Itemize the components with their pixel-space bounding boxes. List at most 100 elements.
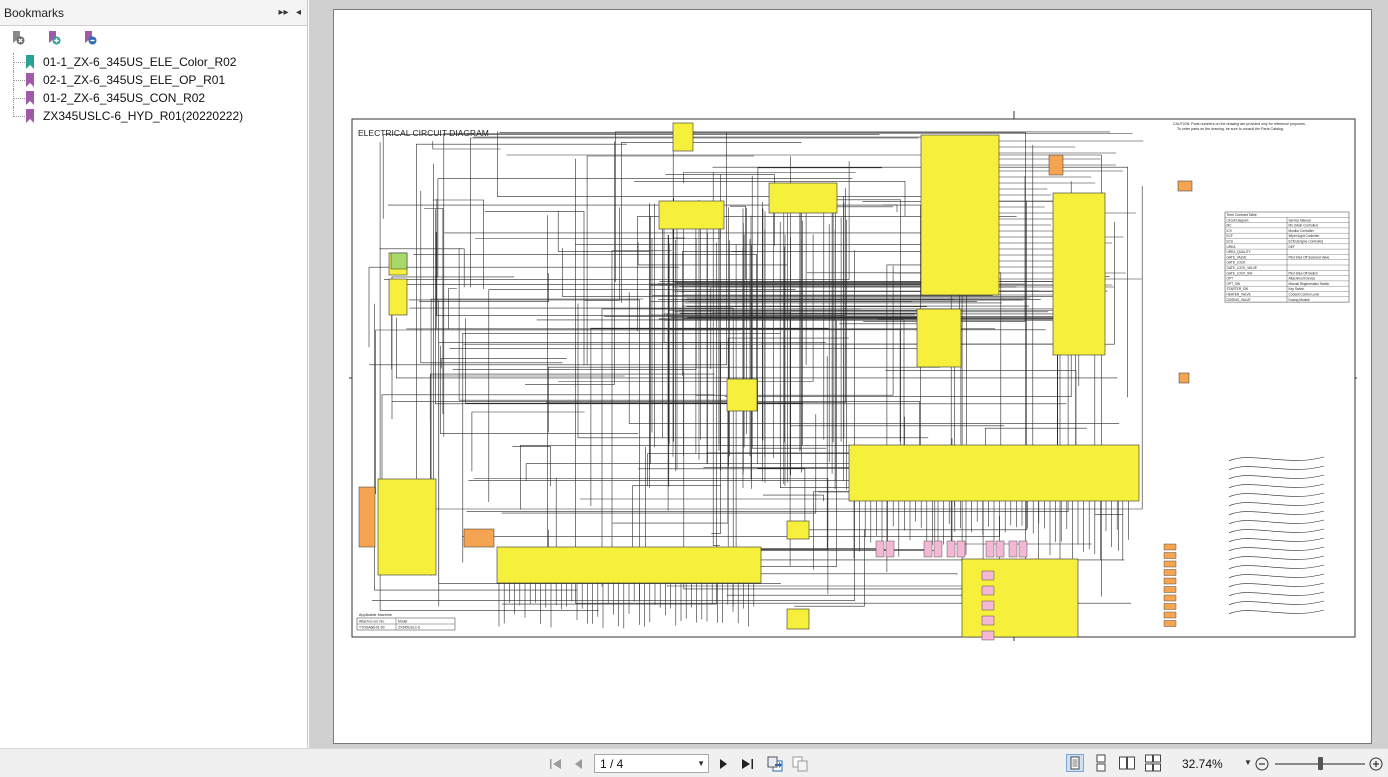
term-table-cell: Monitor Controller — [1289, 229, 1315, 233]
delete-bookmark-icon[interactable] — [10, 30, 26, 46]
bookmark-label: ZX345USLC-6_HYD_R01(20220222) — [43, 109, 244, 123]
term-table-cell: Dosing Module — [1289, 298, 1310, 302]
terminal-block — [1163, 560, 1177, 568]
terminal-block — [1163, 552, 1177, 559]
document-viewport[interactable]: ELECTRICAL CIRCUIT DIAGRAM CAUTION: Part… — [309, 0, 1388, 748]
continuous-facing-icon[interactable] — [1144, 754, 1162, 772]
bookmarks-panel-title: Bookmarks — [4, 5, 65, 20]
collapse-icon[interactable]: ◂ — [292, 5, 305, 21]
term-table-cell: Pilot Shut-Off Switch — [1289, 271, 1318, 275]
caution-note: CAUTION: Parts numbers on the drawing ar… — [1173, 122, 1306, 126]
term-table-cell: HEATER_VALVE — [1227, 293, 1251, 297]
add-bookmark-icon[interactable] — [46, 30, 62, 46]
term-table-cell: ECF — [1227, 234, 1233, 238]
term-table-cell: Pilot Shut-Off Solenoid Valve — [1289, 255, 1330, 259]
terminal-block — [1163, 603, 1177, 610]
next-view-icon[interactable] — [790, 755, 810, 772]
next-page-icon[interactable] — [715, 755, 731, 772]
connector-block — [946, 540, 956, 558]
term-table-cell: Coolant Control Level — [1289, 293, 1320, 297]
bookmark-label: 02-1_ZX-6_345US_ELE_OP_R01 — [43, 73, 226, 87]
bookmark-label: 01-2_ZX-6_345US_CON_R02 — [43, 91, 206, 105]
bookmark-icon — [26, 73, 34, 87]
facing-icon[interactable] — [1118, 754, 1136, 772]
applicable-attach-no: TTOGA6B-01-00 — [359, 626, 385, 630]
term-table-cell: ECU — [1227, 240, 1234, 244]
terminal-block — [1163, 569, 1177, 576]
connector-block — [981, 630, 995, 641]
bookmarks-panel-header: Bookmarks ▸▸ ◂ — [0, 0, 307, 26]
connector-block — [923, 540, 933, 558]
bookmark-label: 01-1_ZX-6_345US_ELE_Color_R02 — [43, 55, 237, 69]
term-table-cell: ICX — [1227, 229, 1233, 233]
single-page-icon[interactable] — [1066, 754, 1084, 772]
bookmarks-toolbar — [0, 26, 307, 50]
circuit-diagram: ELECTRICAL CIRCUIT DIAGRAM CAUTION: Part… — [349, 111, 1357, 641]
term-table-header: Term Contrast Table — [1227, 213, 1257, 217]
term-table-cell: DEF — [1289, 245, 1295, 249]
zoom-slider-thumb[interactable] — [1318, 757, 1323, 770]
terminal-block — [1163, 594, 1177, 602]
terminal-blocks — [1163, 543, 1177, 627]
bookmark-item[interactable]: 01-2_ZX-6_345US_CON_R02 — [0, 89, 307, 107]
chevron-down-icon[interactable]: ▼ — [697, 759, 705, 768]
bottom-toolbar: 1 / 4 ▼ 32.74% ▼ — [0, 748, 1388, 777]
first-page-icon[interactable] — [548, 755, 564, 772]
pdf-viewer-app: Bookmarks ▸▸ ◂ 01-1_ZX-6_345US_ELE_Color… — [0, 0, 1388, 777]
connector-block — [981, 570, 995, 581]
bookmark-list: 01-1_ZX-6_345US_ELE_Color_R02 02-1_ZX-6_… — [0, 50, 307, 125]
bookmarks-panel: Bookmarks ▸▸ ◂ 01-1_ZX-6_345US_ELE_Color… — [0, 0, 308, 748]
diagram-title: ELECTRICAL CIRCUIT DIAGRAM — [358, 128, 489, 138]
bookmark-item[interactable]: 02-1_ZX-6_345US_ELE_OP_R01 — [0, 71, 307, 89]
zoom-value[interactable]: 32.74% — [1182, 757, 1223, 771]
connector-block — [981, 615, 995, 626]
terminal-block — [1163, 620, 1177, 627]
term-table-cell: OPT — [1227, 277, 1234, 281]
term-table-cell: Circuit Diagram — [1227, 218, 1249, 222]
connector-block — [981, 600, 995, 611]
page-number-value: 1 / 4 — [600, 756, 624, 771]
tree-connector — [13, 53, 25, 71]
terminal-block — [1163, 611, 1177, 619]
connector-block — [1018, 540, 1028, 558]
previous-view-icon[interactable] — [765, 755, 785, 772]
term-table-cell: ECM (Engine Controller) — [1289, 240, 1324, 244]
page-number-field[interactable]: 1 / 4 ▼ — [594, 754, 709, 773]
term-table-cell: UREA_QUALITY — [1227, 250, 1252, 254]
tree-connector — [13, 107, 25, 117]
tree-connector — [13, 71, 25, 89]
zoom-in-icon[interactable] — [1368, 755, 1384, 772]
bookmark-item[interactable]: 01-1_ZX-6_345US_ELE_Color_R02 — [0, 53, 307, 71]
term-table-cell: MC — [1227, 224, 1233, 228]
applicable-model: ZX345USLC-6 — [398, 626, 420, 630]
term-table-cell: DOSING_VALVE — [1227, 298, 1251, 302]
applicable-header-model: Model — [398, 620, 407, 624]
bookmark-item[interactable]: ZX345USLC-6_HYD_R01(20220222) — [0, 107, 307, 125]
term-table-cell: GATE_VALVE — [1227, 255, 1247, 259]
applicable-header-attach: Attach to vol. No. — [359, 620, 385, 624]
connector-block — [933, 540, 943, 558]
connector-block — [885, 540, 895, 558]
applicable-machine-box: Applicable Machine Attach to vol. No. Mo… — [356, 613, 456, 631]
zoom-dropdown-icon[interactable]: ▼ — [1244, 758, 1252, 767]
applicable-title: Applicable Machine — [359, 613, 392, 617]
connector-block — [956, 540, 966, 558]
zoom-out-icon[interactable] — [1254, 755, 1270, 772]
bookmark-icon — [26, 91, 34, 105]
add-child-bookmark-icon[interactable] — [82, 30, 98, 46]
connector-block — [981, 585, 995, 596]
bookmark-icon — [26, 55, 34, 69]
last-page-icon[interactable] — [739, 755, 755, 772]
continuous-icon[interactable] — [1092, 754, 1110, 772]
expand-icon[interactable]: ▸▸ — [277, 5, 290, 21]
term-table-cell: Attachment Device — [1289, 277, 1316, 281]
term-table-cell: Key Switch — [1289, 287, 1305, 291]
term-table-cell: OPT_SW — [1227, 282, 1240, 286]
previous-page-icon[interactable] — [571, 755, 587, 772]
term-table-cell: Manual Regeneration Switch — [1289, 282, 1330, 286]
caution-note-line2: To order parts on the drawing, be sure t… — [1177, 127, 1284, 131]
term-table-cell: MC (Main Controller) — [1289, 224, 1319, 228]
term-table-cell: GATE_LOCK_VALVE — [1227, 266, 1257, 270]
term-table-cell: STARTER_SW — [1227, 287, 1249, 291]
connector-block — [985, 540, 995, 558]
